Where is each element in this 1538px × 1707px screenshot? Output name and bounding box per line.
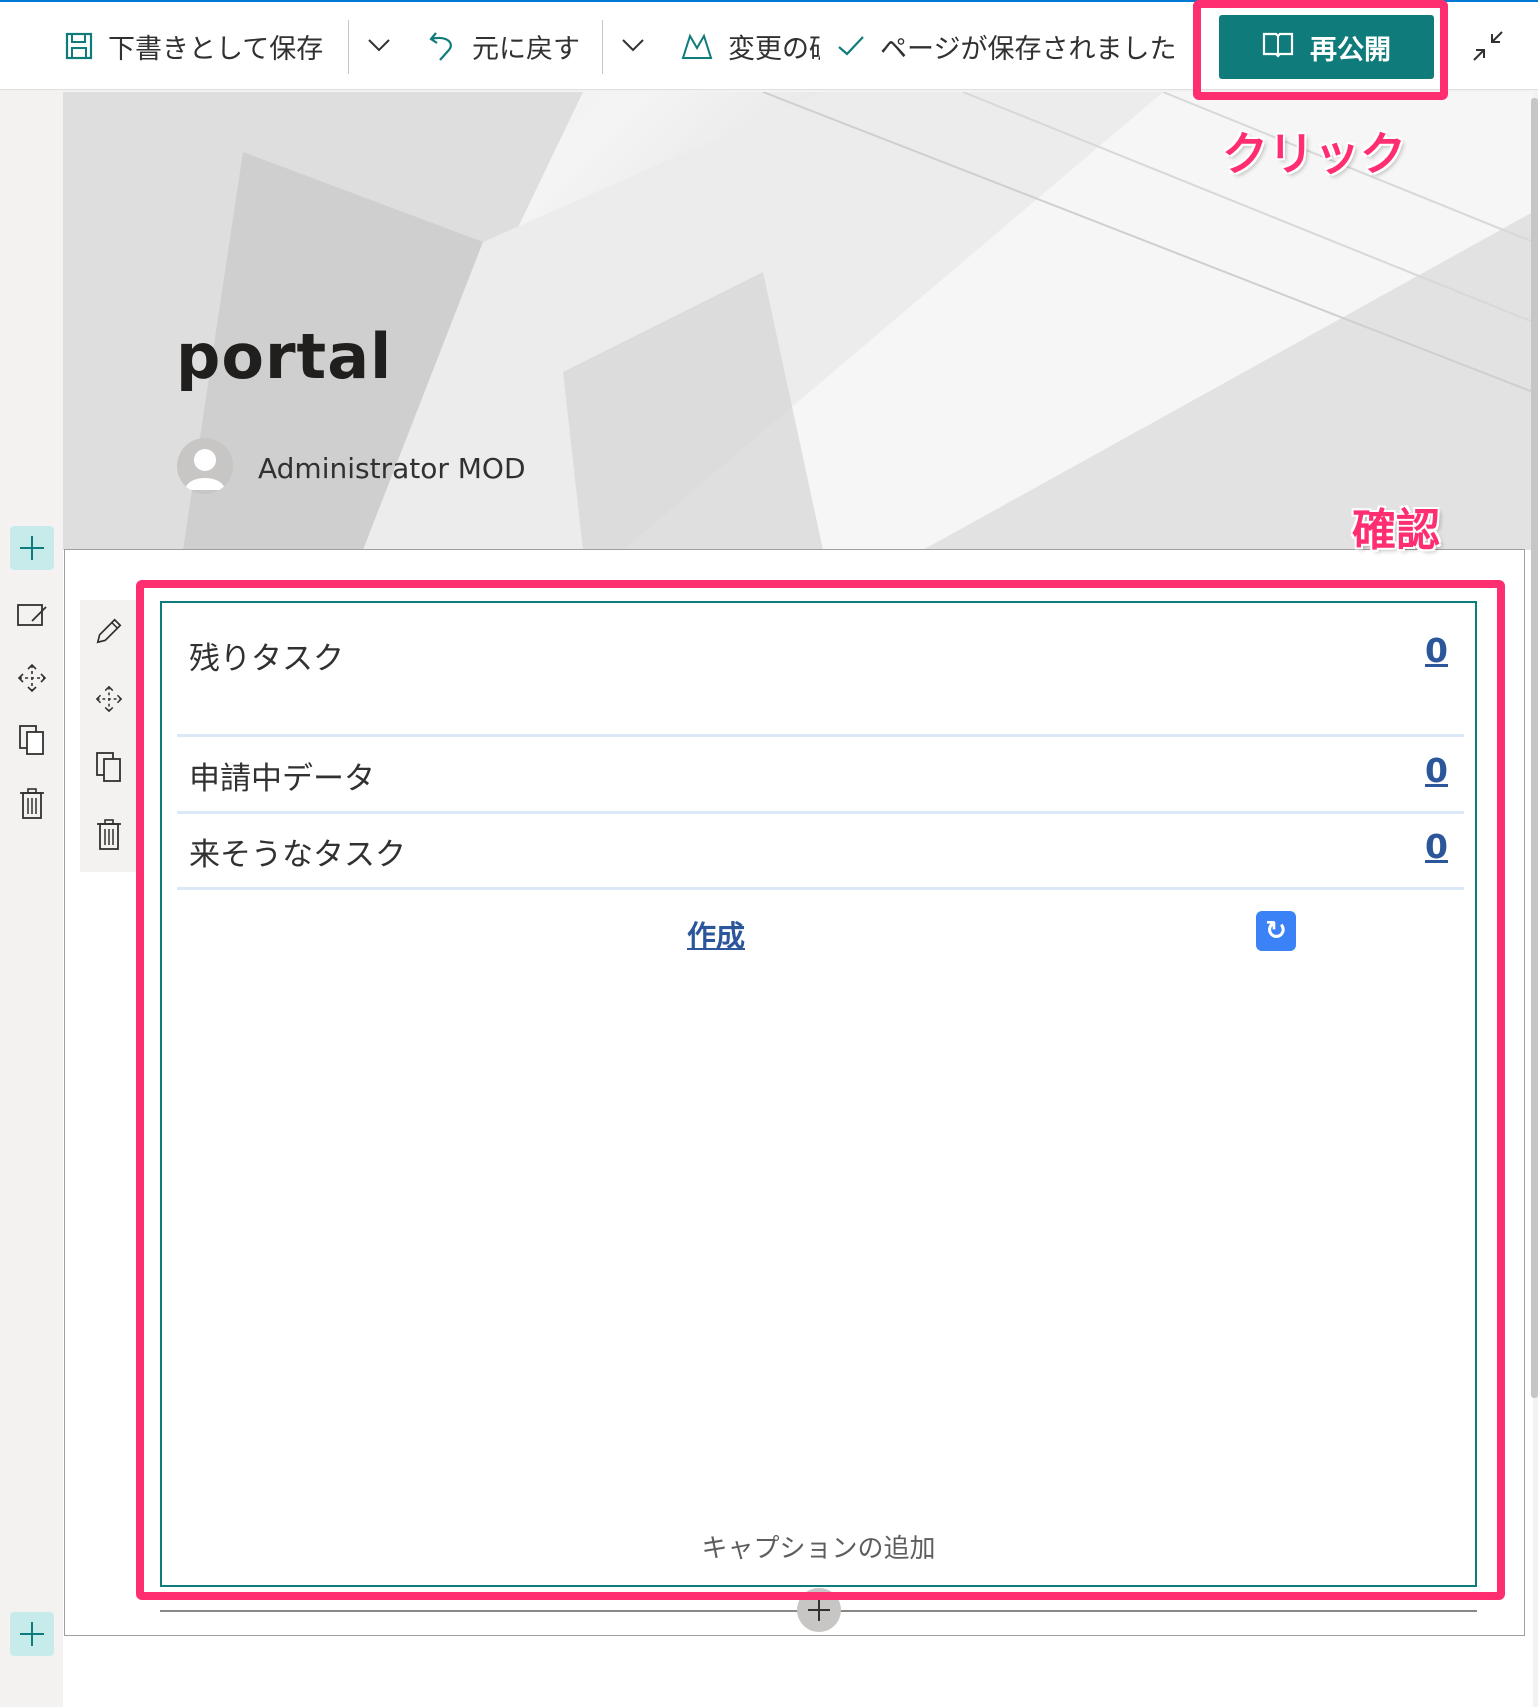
webpart-toolbar (80, 600, 136, 872)
republish-highlight-box (1193, 0, 1448, 100)
edit-section-icon[interactable] (10, 593, 54, 637)
move-webpart-icon[interactable] (94, 682, 124, 716)
duplicate-section-icon[interactable] (10, 718, 54, 762)
undo-options-chevron-down-icon[interactable] (620, 32, 646, 62)
webpart-highlight-box (136, 580, 1505, 1600)
collapse-icon[interactable] (1470, 28, 1506, 68)
discard-icon (680, 30, 714, 62)
saved-status-text: ページが保存されました (880, 33, 1177, 65)
duplicate-webpart-icon[interactable] (94, 750, 124, 784)
delete-section-trash-icon[interactable] (10, 782, 54, 826)
click-annotation: クリック (1222, 127, 1406, 181)
checkmark-icon (836, 33, 866, 59)
discard-changes-button[interactable]: 変更の破 (680, 2, 820, 90)
add-section-bottom-plus-icon[interactable] (10, 1612, 54, 1656)
separator (348, 20, 349, 74)
save-draft-label: 下書きとして保存 (108, 33, 324, 65)
avatar (177, 438, 233, 494)
add-section-plus-icon[interactable] (10, 526, 54, 570)
save-options-chevron-down-icon[interactable] (366, 32, 392, 62)
scrollbar[interactable] (1531, 98, 1538, 1398)
confirm-annotation: 確認 (1352, 505, 1440, 556)
move-section-icon[interactable] (10, 656, 54, 700)
undo-label: 元に戻す (472, 33, 580, 65)
undo-icon (428, 29, 458, 63)
edit-webpart-pencil-icon[interactable] (94, 614, 124, 648)
save-status: ページが保存されました (836, 2, 1232, 90)
undo-button[interactable]: 元に戻す (428, 2, 580, 90)
delete-webpart-trash-icon[interactable] (94, 818, 124, 852)
discard-label: 変更の破 (728, 33, 820, 65)
save-icon (64, 31, 94, 61)
save-draft-button[interactable]: 下書きとして保存 (64, 2, 323, 90)
page-title[interactable]: portal (176, 320, 392, 393)
author-name: Administrator MOD (258, 452, 526, 485)
separator (602, 20, 603, 74)
